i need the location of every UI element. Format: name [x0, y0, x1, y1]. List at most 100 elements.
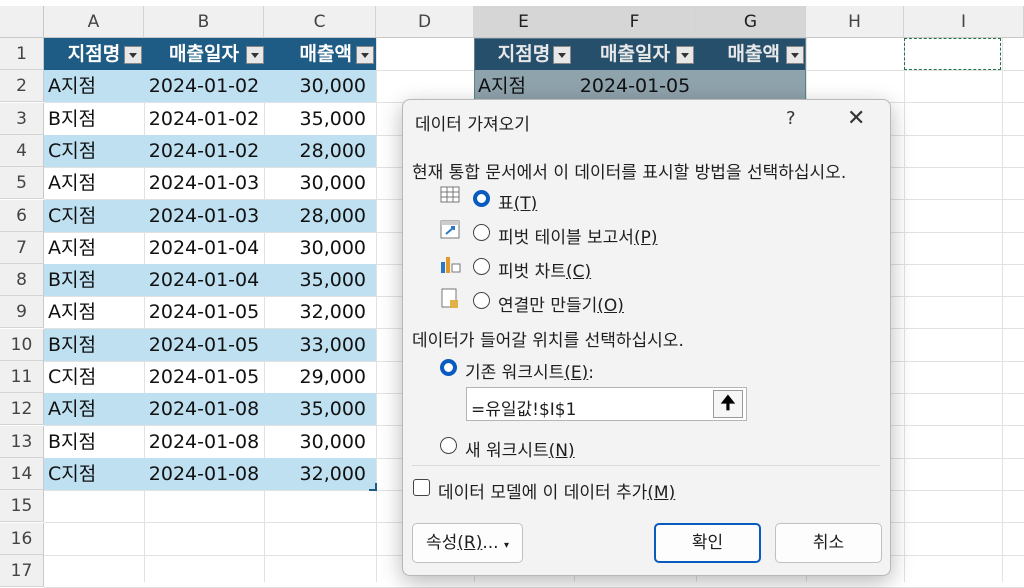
data-model-checkbox[interactable] — [413, 479, 430, 496]
properties-button[interactable]: 속성(R)... ▾ — [412, 523, 523, 563]
filter-dropdown-icon[interactable] — [553, 46, 571, 64]
row-header[interactable]: 11 — [0, 361, 44, 393]
row-header[interactable]: 3 — [0, 102, 44, 135]
table1-cell[interactable]: A지점 — [44, 232, 144, 264]
column-header-i[interactable]: I — [904, 6, 1024, 38]
row-header[interactable]: 1 — [0, 38, 44, 70]
table1-cell[interactable]: C지점 — [44, 134, 144, 167]
select-all-corner[interactable] — [0, 6, 44, 38]
table1-cell[interactable]: 28,000 — [264, 134, 376, 167]
table1-cell[interactable]: 2024-01-02 — [144, 103, 264, 135]
table1-cell[interactable]: A지점 — [44, 296, 144, 328]
table1-cell[interactable]: 2024-01-03 — [144, 199, 264, 232]
row-header[interactable]: 12 — [0, 393, 44, 426]
table1-cell[interactable]: 30,000 — [264, 70, 376, 103]
close-icon[interactable]: ✕ — [847, 106, 865, 131]
column-header-b[interactable]: B — [144, 6, 264, 38]
table1-cell[interactable]: 35,000 — [264, 264, 376, 297]
filter-dropdown-icon[interactable] — [356, 46, 374, 64]
view-option-radio[interactable] — [473, 190, 490, 207]
table1-cell[interactable]: A지점 — [44, 70, 144, 103]
table2-cell[interactable] — [696, 70, 806, 102]
table1-cell[interactable]: 33,000 — [264, 328, 376, 361]
row-header[interactable]: 4 — [0, 134, 44, 167]
cancel-button[interactable]: 취소 — [775, 523, 882, 563]
table1-cell[interactable]: 28,000 — [264, 199, 376, 232]
table2-cell[interactable]: A지점 — [474, 70, 574, 102]
table1-cell[interactable]: 32,000 — [264, 457, 376, 490]
new-worksheet-radio[interactable] — [440, 437, 457, 454]
table1-cell[interactable]: 32,000 — [264, 296, 376, 328]
table1-cell[interactable]: 35,000 — [264, 393, 376, 426]
table1-cell[interactable]: 35,000 — [264, 103, 376, 135]
table1-cell[interactable]: 2024-01-02 — [144, 70, 264, 103]
new-worksheet-label[interactable]: 새 워크시트(N) — [465, 436, 575, 461]
view-option-label[interactable]: 표(T) — [498, 189, 537, 214]
table1-cell[interactable]: 30,000 — [264, 232, 376, 264]
column-header-f[interactable]: F — [574, 6, 696, 38]
table1-cell[interactable]: C지점 — [44, 361, 144, 393]
filter-dropdown-icon[interactable] — [124, 46, 142, 64]
table1-cell[interactable]: 2024-01-08 — [144, 393, 264, 426]
table1-cell[interactable]: 2024-01-05 — [144, 361, 264, 393]
column-header-a[interactable]: A — [44, 6, 144, 38]
table1-cell[interactable]: C지점 — [44, 199, 144, 232]
table1-cell[interactable]: A지점 — [44, 167, 144, 199]
table1-cell[interactable]: B지점 — [44, 426, 144, 458]
table1-cell[interactable]: 2024-01-05 — [144, 296, 264, 328]
table1-cell[interactable]: 2024-01-08 — [144, 457, 264, 490]
dropdown-arrow-icon: ▾ — [503, 540, 509, 551]
table1-cell[interactable]: C지점 — [44, 457, 144, 490]
table1-cell[interactable]: 2024-01-03 — [144, 167, 264, 199]
row-header[interactable]: 13 — [0, 425, 44, 458]
ok-button[interactable]: 확인 — [654, 523, 761, 563]
row-header[interactable]: 6 — [0, 199, 44, 232]
table1-cell[interactable]: B지점 — [44, 328, 144, 361]
table1-cell[interactable]: 2024-01-02 — [144, 134, 264, 167]
collapse-dialog-arrow-icon[interactable]: 🠉 — [713, 390, 743, 418]
data-model-label[interactable]: 데이터 모델에 이 데이터 추가(M) — [438, 478, 675, 503]
table-icon — [440, 186, 460, 203]
filter-dropdown-icon[interactable] — [676, 46, 694, 64]
table1-cell[interactable]: 2024-01-08 — [144, 426, 264, 458]
view-option-label[interactable]: 연결만 만들기(O) — [498, 291, 624, 316]
row-header[interactable]: 8 — [0, 264, 44, 297]
row-header[interactable]: 14 — [0, 457, 44, 490]
table1-cell[interactable]: B지점 — [44, 103, 144, 135]
row-header[interactable]: 5 — [0, 167, 44, 200]
row-header[interactable]: 2 — [0, 70, 44, 103]
filter-dropdown-icon[interactable] — [786, 46, 804, 64]
location-reference-value[interactable]: =유일값!$I$1 — [471, 395, 576, 420]
table-resize-handle[interactable] — [369, 483, 377, 491]
column-header-c[interactable]: C — [264, 6, 376, 38]
view-option-label[interactable]: 피벗 차트(C) — [498, 257, 591, 282]
table1-cell[interactable]: 29,000 — [264, 361, 376, 393]
table1-cell[interactable]: 2024-01-05 — [144, 328, 264, 361]
help-icon[interactable]: ? — [786, 108, 796, 129]
table1-cell[interactable]: 2024-01-04 — [144, 264, 264, 297]
row-header[interactable]: 15 — [0, 490, 44, 523]
table2-cell[interactable]: 2024-01-05 — [574, 70, 696, 102]
existing-worksheet-radio[interactable] — [440, 359, 457, 376]
column-header-g[interactable]: G — [696, 6, 806, 38]
row-header[interactable]: 7 — [0, 231, 44, 264]
view-option-radio[interactable] — [473, 224, 490, 241]
column-header-e[interactable]: E — [474, 6, 574, 38]
table1-cell[interactable]: 30,000 — [264, 167, 376, 199]
connection-icon — [441, 288, 458, 308]
table1-cell[interactable]: 30,000 — [264, 426, 376, 458]
row-header[interactable]: 9 — [0, 296, 44, 329]
filter-dropdown-icon[interactable] — [246, 46, 264, 64]
table1-cell[interactable]: 2024-01-04 — [144, 232, 264, 264]
view-option-label[interactable]: 피벗 테이블 보고서(P) — [498, 223, 657, 248]
table1-cell[interactable]: B지점 — [44, 264, 144, 297]
table1-cell[interactable]: A지점 — [44, 393, 144, 426]
view-option-radio[interactable] — [473, 258, 490, 275]
column-header-h[interactable]: H — [806, 6, 904, 38]
row-header[interactable]: 16 — [0, 522, 44, 555]
dialog-title: 데이터 가져오기 — [415, 115, 530, 135]
existing-worksheet-label[interactable]: 기존 워크시트(E): — [465, 358, 594, 383]
column-header-d[interactable]: D — [376, 6, 474, 38]
row-header[interactable]: 10 — [0, 328, 44, 361]
view-option-radio[interactable] — [473, 292, 490, 309]
